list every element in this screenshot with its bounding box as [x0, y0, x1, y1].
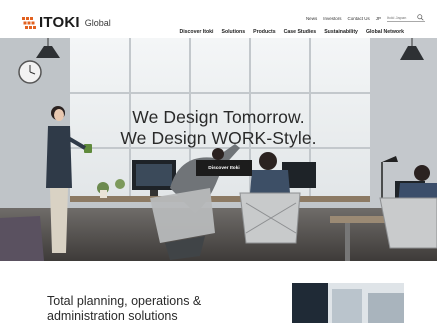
itoki-logo[interactable]: ITOKI Global [22, 15, 111, 31]
hero-office-image [0, 38, 437, 261]
solutions-section: Total planning, operations & administrat… [0, 261, 437, 323]
utility-link-contact[interactable]: Contact Us [347, 16, 369, 21]
section-title: Total planning, operations & administrat… [47, 294, 202, 323]
main-nav: Discover Itoki Solutions Products Case S… [179, 29, 404, 35]
utility-link-investors[interactable]: Investors [323, 16, 341, 21]
solutions-image [292, 283, 404, 323]
utility-link-news[interactable]: News [306, 16, 317, 21]
discover-itoki-button[interactable]: Discover Itoki [196, 160, 252, 176]
search-input[interactable] [387, 15, 417, 20]
hero-banner: We Design Tomorrow. We Design WORK-Style… [0, 38, 437, 261]
nav-item-global-network[interactable]: Global Network [366, 29, 404, 35]
search-icon[interactable] [417, 14, 424, 21]
site-header: ITOKI Global News Investors Contact Us J… [0, 0, 437, 38]
nav-item-case-studies[interactable]: Case Studies [284, 29, 317, 35]
nav-item-sustainability[interactable]: Sustainability [324, 29, 358, 35]
hero-headline: We Design Tomorrow. We Design WORK-Style… [0, 107, 437, 149]
utility-nav: News Investors Contact Us JP [306, 14, 425, 22]
nav-item-products[interactable]: Products [253, 29, 275, 35]
logo-wordmark: ITOKI [39, 14, 80, 31]
nav-item-solutions[interactable]: Solutions [221, 29, 245, 35]
search-box[interactable] [387, 14, 425, 22]
nav-item-discover[interactable]: Discover Itoki [179, 29, 213, 35]
hero-headline-line-1: We Design Tomorrow. [132, 107, 305, 127]
itoki-logo-mark-icon [22, 17, 36, 29]
hero-headline-line-2: We Design WORK-Style. [120, 128, 317, 148]
logo-subtitle: Global [84, 18, 111, 28]
language-switch[interactable]: JP [376, 16, 381, 21]
